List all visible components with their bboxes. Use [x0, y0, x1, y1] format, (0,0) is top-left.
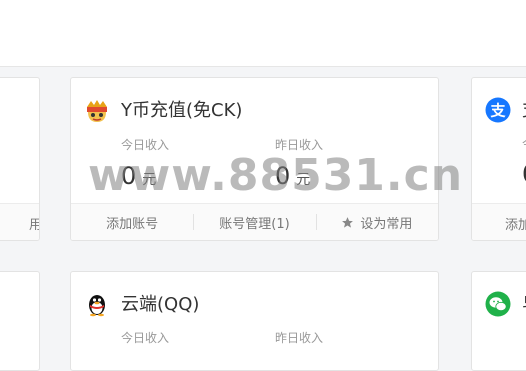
alipay-card: 支 支 今 0 添加: [471, 77, 526, 241]
cloud-qq-card: 云端(QQ) 今日收入 昨日收入: [70, 271, 439, 371]
left-partial-card: 用: [0, 77, 40, 241]
today-income: 今日收入 0元: [121, 136, 169, 190]
mask-icon: [87, 100, 107, 122]
yesterday-income-unit: 元: [296, 172, 311, 188]
account-management-label: 账号管理(1): [219, 216, 290, 232]
ycoin-card: Y币充值(免CK) 今日收入 0元 昨日收入 0元 添加账号 账号管理(1) 设…: [70, 77, 439, 241]
alipay-add-account-button[interactable]: 添加: [505, 214, 526, 233]
set-favorite-label: 设为常用: [360, 216, 413, 232]
today-income-label: 今日收入: [121, 138, 170, 152]
add-account-button[interactable]: 添加账号: [71, 204, 193, 240]
top-header-area: [0, 0, 526, 67]
cloud-today-income-label: 今日收入: [121, 331, 170, 345]
set-favorite-button[interactable]: 设为常用: [315, 204, 438, 240]
ycoin-card-footer: 添加账号 账号管理(1) 设为常用: [71, 203, 438, 240]
wechat-card-title: 皂: [522, 290, 526, 316]
left-card-favorite-button[interactable]: 用: [29, 214, 39, 233]
star-icon: [342, 216, 354, 228]
yesterday-income: 昨日收入 0元: [275, 136, 323, 190]
today-income-unit: 元: [142, 172, 157, 188]
alipay-icon: 支: [485, 97, 511, 123]
cloud-yesterday-income-label: 昨日收入: [275, 331, 324, 345]
alipay-card-title: 支: [522, 96, 526, 122]
left-card-footer: 用: [0, 203, 39, 240]
yesterday-income-label: 昨日收入: [275, 138, 324, 152]
alipay-today-value: 0: [522, 160, 526, 188]
svg-text:支: 支: [489, 102, 506, 120]
left-partial-card-bottom: [0, 271, 40, 371]
ycoin-card-title: Y币充值(免CK): [121, 100, 243, 121]
alipay-card-footer: 添加: [472, 203, 526, 240]
cloud-qq-card-title: 云端(QQ): [121, 294, 200, 315]
account-management-button[interactable]: 账号管理(1): [193, 204, 315, 240]
today-income-value-row: 0元: [121, 162, 169, 190]
today-income-value: 0: [121, 162, 137, 190]
wechat-card: 皂: [471, 271, 526, 371]
yesterday-income-value-row: 0元: [275, 162, 323, 190]
qq-penguin-icon: [89, 295, 105, 317]
alipay-today-label: 今: [522, 135, 526, 152]
ycoin-stats: 今日收入 0元 昨日收入 0元: [71, 136, 438, 206]
add-account-label: 添加账号: [106, 216, 159, 232]
yesterday-income-value: 0: [275, 162, 291, 190]
wechat-icon: [485, 291, 511, 317]
